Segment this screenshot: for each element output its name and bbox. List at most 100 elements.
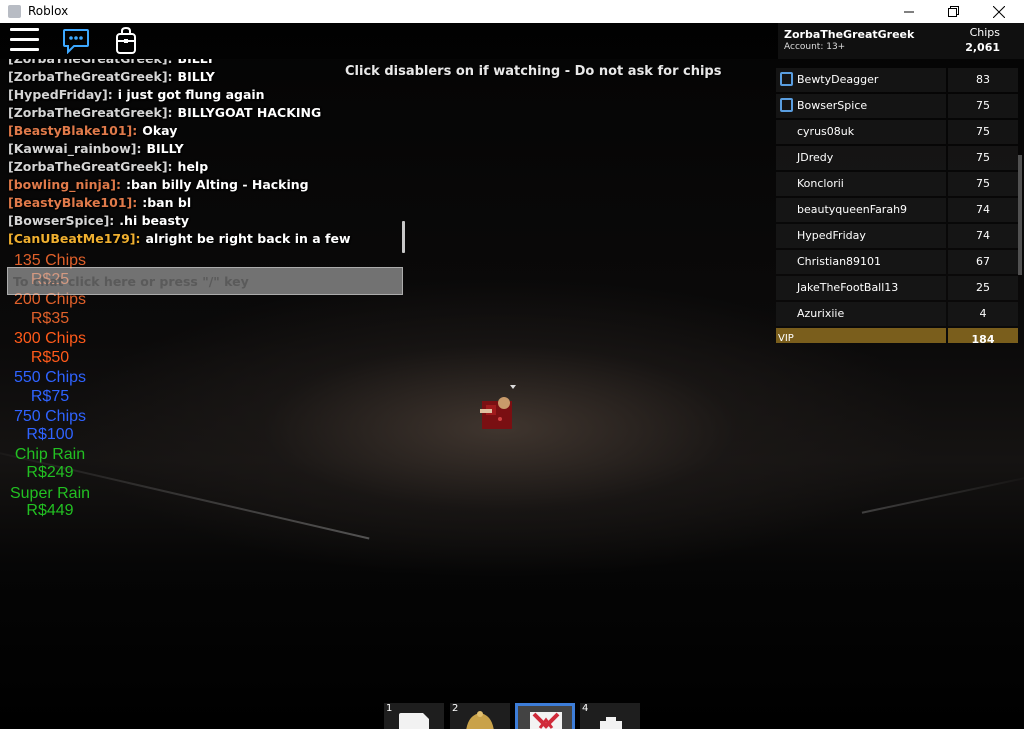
roblox-app-icon: [8, 5, 21, 18]
leaderboard-chips-value: 74: [948, 224, 1018, 248]
restore-button[interactable]: [930, 0, 976, 23]
shop-item-price[interactable]: R$75: [0, 387, 100, 406]
server-notice: Click disablers on if watching - Do not …: [345, 64, 722, 79]
chat-author[interactable]: [HypedFriday]:: [8, 87, 113, 102]
shop-item-price[interactable]: R$50: [0, 348, 100, 367]
leaderboard-player-name: BowserSpice: [797, 99, 868, 112]
hotbar-slot-3[interactable]: [515, 703, 575, 729]
chat-message: [ZorbaTheGreatGreek]: BILLYGOAT HACKING: [8, 105, 321, 120]
leaderboard-player-name: JakeTheFootBall13: [797, 281, 899, 294]
chat-message: [BowserSpice]: .hi beasty: [8, 213, 189, 228]
menu-button[interactable]: [10, 28, 40, 54]
leaderboard-row[interactable]: beautyqueenFarah9 74: [776, 198, 1020, 222]
chat-message: [BeastyBlake101]: Okay: [8, 123, 177, 138]
chat-author[interactable]: [ZorbaTheGreatGreek]:: [8, 105, 173, 120]
chat-message: [bowling_ninja]: :ban billy Alting - Hack…: [8, 177, 309, 192]
close-icon: [993, 5, 1005, 18]
leaderboard-name-cell: cyrus08uk: [776, 120, 946, 144]
leaderboard-row[interactable]: JDredy 75: [776, 146, 1020, 170]
leaderboard-chips-value: 4: [948, 302, 1018, 326]
chat-author[interactable]: [BeastyBlake101]:: [8, 123, 137, 138]
hotbar: 1 2 4: [384, 703, 644, 729]
chat-text: help: [177, 159, 209, 174]
chat-author[interactable]: [ZorbaTheGreatGreek]:: [8, 159, 173, 174]
shop-item-label[interactable]: 300 Chips: [0, 329, 100, 348]
leaderboard-name-cell: Konclorii: [776, 172, 946, 196]
chat-text: Okay: [142, 123, 178, 138]
close-button[interactable]: [976, 0, 1022, 23]
leaderboard-chips-value: 67: [948, 250, 1018, 274]
chat-text: :ban bl: [142, 195, 192, 210]
chat-toggle-button[interactable]: [62, 28, 90, 55]
tool-icon: [530, 712, 562, 729]
shop-item-price[interactable]: R$35: [0, 309, 100, 328]
chat-text: BILLYGOAT HACKING: [177, 105, 322, 120]
paper-icon: [399, 713, 429, 729]
leaderboard-chips-value: 75: [948, 172, 1018, 196]
backpack-button[interactable]: [114, 26, 138, 55]
local-player-name: ZorbaTheGreatGreek: [784, 28, 915, 41]
chat-bubble-icon: [63, 29, 89, 55]
minimize-button[interactable]: [886, 0, 932, 23]
shop-item-price[interactable]: R$249: [0, 463, 100, 482]
backpack-icon: [116, 26, 136, 54]
chat-author[interactable]: [CanUBeatMe179]:: [8, 231, 141, 246]
window-title: Roblox: [28, 4, 69, 18]
chat-text: BILLY: [146, 141, 184, 156]
chat-author[interactable]: [BowserSpice]:: [8, 213, 114, 228]
stat-column-header: Chips: [969, 26, 1000, 39]
local-player-chips: 2,061: [965, 41, 1000, 54]
leaderboard-name-cell: BowserSpice: [776, 94, 946, 118]
shop-item-label[interactable]: 750 Chips: [0, 407, 100, 426]
leaderboard-player-name: VIP: [778, 333, 794, 343]
game-viewport[interactable]: 135 ChipsR$25200 ChipsR$35300 ChipsR$505…: [0, 23, 1024, 729]
leaderboard-player-name: Christian89101: [797, 255, 882, 268]
leaderboard-row[interactable]: HypedFriday 74: [776, 224, 1020, 248]
chat-text: .hi beasty: [119, 213, 190, 228]
leaderboard-chips-value: 75: [948, 120, 1018, 144]
leaderboard-row[interactable]: Konclorii 75: [776, 172, 1020, 196]
chat-author[interactable]: [Kawwai_rainbow]:: [8, 141, 141, 156]
chat-author[interactable]: [ZorbaTheGreatGreek]:: [8, 59, 173, 66]
shop-item-price[interactable]: R$449: [0, 501, 100, 520]
leaderboard-row[interactable]: Christian89101 67: [776, 250, 1020, 274]
chat-text: :ban billy Alting - Hacking: [125, 177, 309, 192]
leaderboard-chips-value: 184: [948, 328, 1018, 343]
chat-message: [BeastyBlake101]: :ban bl: [8, 195, 191, 210]
leaderboard-scrollbar[interactable]: [1018, 155, 1022, 275]
leaderboard-chips-value: 25: [948, 276, 1018, 300]
leaderboard-name-cell: Azurixiie: [776, 302, 946, 326]
hotbar-slot-4[interactable]: 4: [580, 703, 640, 729]
leaderboard-player-name: HypedFriday: [797, 229, 866, 242]
chat-window: [ZorbaTheGreatGreek]: BILLY [ZorbaTheGreat…: [0, 59, 410, 279]
leaderboard-player-name: JDredy: [797, 151, 834, 164]
shop-item-price[interactable]: R$100: [0, 425, 100, 444]
shop-item-label[interactable]: 550 Chips: [0, 368, 100, 387]
chat-scrollbar[interactable]: [402, 221, 405, 253]
shop-item-label[interactable]: Chip Rain: [0, 445, 100, 464]
chat-author[interactable]: [BeastyBlake101]:: [8, 195, 137, 210]
tool-icon: [600, 717, 622, 729]
chat-message: [CanUBeatMe179]: alright be right back in…: [8, 231, 351, 246]
player-header[interactable]: ZorbaTheGreatGreek Account: 13+ Chips 2,…: [778, 23, 1024, 59]
leaderboard-row[interactable]: BewtyDeagger 83: [776, 68, 1020, 92]
leaderboard-row[interactable]: BowserSpice 75: [776, 94, 1020, 118]
leaderboard-chips-value: 74: [948, 198, 1018, 222]
hotbar-slot-2[interactable]: 2: [450, 703, 510, 729]
bell-icon: [466, 711, 494, 729]
leaderboard-team-row[interactable]: VIP 184: [776, 328, 1020, 343]
leaderboard-name-cell: JDredy: [776, 146, 946, 170]
leaderboard-row[interactable]: Azurixiie 4: [776, 302, 1020, 326]
chat-message: [HypedFriday]: i just got flung again: [8, 87, 265, 102]
leaderboard-player-name: beautyqueenFarah9: [797, 203, 908, 216]
chat-text: alright be right back in a few: [145, 231, 351, 246]
leaderboard-row[interactable]: JakeTheFootBall13 25: [776, 276, 1020, 300]
hotbar-slot-1[interactable]: 1: [384, 703, 444, 729]
chat-author[interactable]: [bowling_ninja]:: [8, 177, 121, 192]
leaderboard-name-cell: Christian89101: [776, 250, 946, 274]
chat-author[interactable]: [ZorbaTheGreatGreek]:: [8, 69, 173, 84]
chat-input[interactable]: To chat click here or press "/" key: [7, 267, 403, 295]
minimize-icon: [903, 11, 914, 13]
leaderboard-row[interactable]: cyrus08uk 75: [776, 120, 1020, 144]
hamburger-icon: [10, 48, 39, 51]
